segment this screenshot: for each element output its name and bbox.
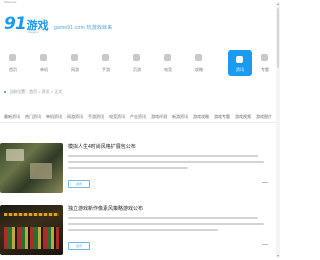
category-label: 网游	[71, 67, 79, 72]
site-slogan: game91.com 玩游戏就来	[54, 25, 113, 31]
tab-videos[interactable]: 游戏视频	[235, 114, 251, 120]
tab-esports[interactable]: 电竞资讯	[109, 114, 125, 120]
breadcrumb: 当前位置：首页 > 资讯 > 正文	[4, 89, 62, 95]
news-tabs: 最新资讯 热门资讯 单机资讯 网游资讯 手游资讯 电竞资讯 产业资讯 游戏评测 …	[0, 111, 280, 123]
breadcrumb-text[interactable]: 当前位置：首页 > 资讯 > 正文	[9, 89, 62, 94]
scroll-down-arrow-icon[interactable]	[276, 254, 280, 258]
page-scrollbar[interactable]	[276, 2, 280, 258]
scroll-up-arrow-icon[interactable]	[276, 2, 280, 6]
category-topics[interactable]: 专题	[252, 50, 278, 80]
tab-topics[interactable]: 游戏专题	[214, 114, 230, 120]
category-esports[interactable]: 电竞	[155, 50, 181, 80]
article-excerpt-line	[68, 229, 218, 231]
article-meta	[262, 182, 268, 185]
tab-new-games[interactable]: 新游资讯	[172, 114, 188, 120]
article-excerpt-line	[68, 217, 258, 219]
article-title[interactable]: 模拟人生4时尚风格扩展包公布	[68, 143, 136, 150]
article-tag[interactable]: 资讯	[68, 242, 90, 250]
top-bar: Welcome	[0, 0, 280, 6]
tab-images[interactable]: 游戏图片	[256, 114, 272, 120]
tab-mobile[interactable]: 手游资讯	[88, 114, 104, 120]
trophy-icon	[164, 54, 171, 61]
tab-online[interactable]: 网游资讯	[67, 114, 83, 120]
scroll-thumb[interactable]	[277, 8, 279, 68]
article-title[interactable]: 独立游戏新作像素风策略游戏公布	[68, 205, 143, 212]
home-icon	[9, 54, 16, 61]
category-web[interactable]: 页游	[124, 50, 150, 80]
site-logo[interactable]: 91 游戏 91game	[4, 14, 49, 35]
category-pc[interactable]: 单机	[31, 50, 57, 80]
article-item[interactable]: 模拟人生4时尚风格扩展包公布 资讯	[0, 143, 280, 193]
location-dot-icon	[4, 90, 6, 93]
category-label: 电竞	[164, 67, 172, 72]
category-label: 单机	[40, 67, 48, 72]
book-icon	[195, 54, 202, 61]
logo-mark: 91	[4, 14, 27, 34]
article-tag[interactable]: 资讯	[68, 180, 90, 188]
tab-reviews[interactable]: 游戏评测	[151, 114, 167, 120]
logo-subtitle: 91game	[28, 30, 39, 34]
article-item[interactable]: 独立游戏新作像素风策略游戏公布 资讯	[0, 205, 280, 255]
category-label: 手游	[102, 67, 110, 72]
article-thumbnail[interactable]	[0, 143, 63, 193]
category-mobile[interactable]: 手游	[93, 50, 119, 80]
category-online[interactable]: 网游	[62, 50, 88, 80]
tab-pc[interactable]: 单机资讯	[46, 114, 62, 120]
top-bar-text: Welcome	[4, 0, 17, 4]
article-excerpt-line	[68, 155, 258, 157]
article-excerpt-line	[68, 167, 188, 169]
article-thumbnail[interactable]	[0, 205, 63, 255]
category-label: 资讯	[236, 67, 244, 72]
category-home[interactable]: 首页	[0, 50, 26, 80]
grid-icon	[261, 54, 268, 61]
tab-industry[interactable]: 产业资讯	[130, 114, 146, 120]
globe-icon	[71, 54, 78, 61]
article-meta	[262, 244, 268, 247]
category-news[interactable]: 资讯	[228, 50, 252, 76]
phone-icon	[102, 54, 109, 61]
category-guides[interactable]: 攻略	[186, 50, 212, 80]
browser-icon	[133, 54, 140, 61]
news-icon	[236, 56, 243, 63]
tab-hot[interactable]: 热门资讯	[25, 114, 41, 120]
tab-guides[interactable]: 游戏攻略	[193, 114, 209, 120]
category-label: 首页	[9, 67, 17, 72]
category-label: 页游	[133, 67, 141, 72]
gamepad-icon	[40, 54, 47, 61]
category-label: 专题	[261, 67, 269, 72]
tab-latest[interactable]: 最新资讯	[4, 114, 20, 120]
category-label: 攻略	[195, 67, 203, 72]
article-excerpt-line	[68, 161, 264, 163]
category-nav: 首页 单机 网游 手游 页游 电竞 攻略 评测 资讯 专题	[0, 50, 280, 80]
article-excerpt-line	[68, 223, 264, 225]
